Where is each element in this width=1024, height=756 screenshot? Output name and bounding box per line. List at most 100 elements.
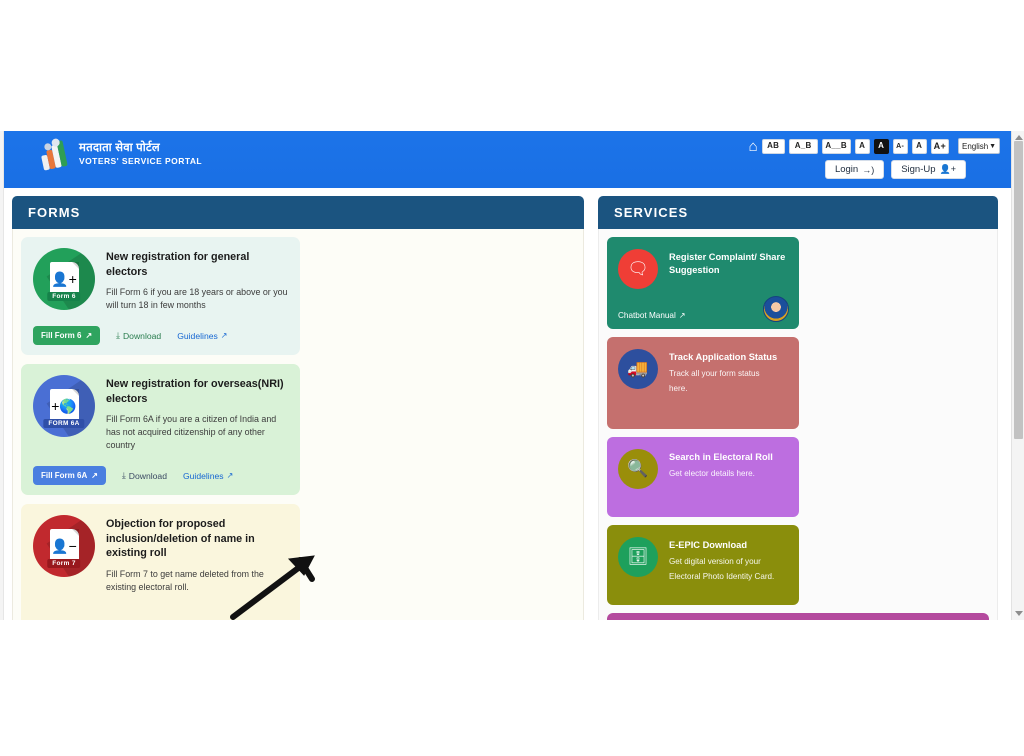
- login-button[interactable]: Login →): [824, 160, 885, 179]
- complaint-icon: 🗨: [618, 249, 658, 289]
- form-card-title: New registration for overseas(NRI) elect…: [106, 378, 284, 405]
- person-add-icon: 👤+: [51, 271, 77, 287]
- form-icon: 👤+ Form 6: [33, 248, 95, 310]
- forms-section-title: FORMS: [12, 196, 584, 229]
- service-title: Search in Electoral Roll: [669, 452, 773, 462]
- accessibility-high-contrast[interactable]: A: [873, 138, 889, 154]
- service-title: E-EPIC Download: [669, 540, 747, 550]
- chatbot-avatar-icon[interactable]: [763, 296, 789, 322]
- service-description-line2: here.: [669, 383, 688, 393]
- chevron-down-icon: ▼: [989, 142, 996, 150]
- service-tile-search-electoral-roll[interactable]: 🔍 Search in Electoral Roll Get elector d…: [607, 437, 799, 517]
- service-title: Track Application Status: [669, 352, 778, 362]
- service-tile-polling-station[interactable]: 🛡 Know your Polling Station & Officer As…: [607, 613, 989, 620]
- main-content: FORMS 👤+ Form 6 New registration for gen…: [0, 188, 1012, 620]
- scroll-down-arrow-icon[interactable]: [1015, 611, 1023, 616]
- download-icon: ⤓: [116, 330, 120, 340]
- arrow-up-right-icon: ↗: [91, 471, 98, 480]
- download-label: Download: [122, 330, 162, 341]
- vertical-scrollbar[interactable]: [1011, 131, 1024, 620]
- accessibility-letter-spacing-normal[interactable]: A_B: [788, 138, 818, 154]
- form-badge: Form 6: [47, 292, 81, 301]
- person-add-icon: 👤+: [939, 164, 956, 174]
- form-card[interactable]: +🌎 FORM 6A New registration for overseas…: [21, 364, 300, 495]
- service-tile-e-epic-download[interactable]: 🗄 E-EPIC Download Get digital version of…: [607, 525, 799, 605]
- download-link[interactable]: ⤓ Download: [122, 470, 167, 481]
- form-badge: Form 7: [47, 559, 81, 568]
- form-card[interactable]: 👤− Form 7 Objection for proposed inclusi…: [21, 504, 300, 620]
- form-card-description: Fill Form 6A if you are a citizen of Ind…: [106, 414, 277, 450]
- form-card-title: Objection for proposed inclusion/deletio…: [106, 518, 255, 559]
- language-select-value: English: [962, 141, 989, 151]
- fill-form-button[interactable]: Fill Form 6 ↗: [33, 326, 101, 345]
- screenshot-canvas: मतदाता सेवा पोर्टल VOTERS' SERVICE PORTA…: [0, 0, 1024, 756]
- arrow-up-right-icon: ↗: [226, 471, 234, 480]
- fill-form-label: Fill Form 6A: [41, 471, 88, 480]
- service-tile-register-complaint[interactable]: 🗨 Register Complaint/ Share Suggestion C…: [607, 237, 799, 329]
- service-description: Get digital version of your: [669, 557, 761, 566]
- form-icon: 👤− Form 7: [33, 515, 95, 577]
- accessibility-font-normal[interactable]: A: [854, 138, 870, 154]
- brand-title-hindi: मतदाता सेवा पोर्टल: [79, 141, 160, 154]
- accessibility-toolbar: ⌂ AB A_B A__B A A A- A A+ English ▼: [749, 138, 1000, 154]
- brand[interactable]: मतदाता सेवा पोर्टल VOTERS' SERVICE PORTA…: [37, 136, 203, 172]
- login-arrow-icon: →): [862, 164, 875, 175]
- person-remove-icon: 👤−: [51, 538, 77, 554]
- arrow-up-right-icon: ↗: [85, 331, 93, 340]
- browser-viewport: मतदाता सेवा पोर्टल VOTERS' SERVICE PORTA…: [0, 131, 1024, 620]
- download-icon: ⤓: [121, 470, 126, 480]
- form-card-description: Fill Form 6 if you are 18 years or above…: [106, 287, 288, 310]
- service-description: Track all your form status: [669, 369, 760, 378]
- chatbot-manual-label: Chatbot Manual: [618, 311, 676, 320]
- forms-column: FORMS 👤+ Form 6 New registration for gen…: [0, 196, 594, 620]
- guidelines-link[interactable]: Guidelines ↗: [177, 331, 227, 341]
- login-label: Login: [834, 164, 859, 175]
- download-link[interactable]: ⤓ Download: [116, 330, 161, 341]
- services-grid: 🗨 Register Complaint/ Share Suggestion C…: [607, 237, 989, 620]
- forms-grid: 👤+ Form 6 New registration for general e…: [21, 237, 575, 620]
- signup-label: Sign-Up: [901, 164, 936, 175]
- arrow-up-right-icon: ↗: [678, 311, 686, 320]
- service-description-line2: Electoral Photo Identity Card.: [669, 571, 775, 581]
- accessibility-font-increase[interactable]: A+: [930, 138, 949, 154]
- accessibility-letter-spacing-wide[interactable]: A__B: [821, 138, 851, 154]
- shield-star-icon: 🛡: [609, 616, 667, 620]
- service-tile-track-application[interactable]: 🚚 Track Application Status Track all you…: [607, 337, 799, 429]
- site-header: मतदाता सेवा पोर्टल VOTERS' SERVICE PORTA…: [0, 131, 1012, 188]
- guidelines-label: Guidelines: [177, 330, 218, 341]
- id-card-icon: 🗄: [618, 537, 658, 577]
- brand-title-english: VOTERS' SERVICE PORTAL: [79, 155, 203, 166]
- services-column: SERVICES 🗨 Register Complaint/ Share Sug…: [594, 196, 1012, 620]
- arrow-up-right-icon: ↗: [220, 331, 228, 340]
- service-description: Get elector details here.: [669, 469, 755, 478]
- form-card-title: New registration for general electors: [106, 251, 250, 278]
- service-title: Register Complaint/ Share Suggestion: [669, 252, 786, 275]
- form-card[interactable]: 👤+ Form 6 New registration for general e…: [21, 237, 300, 355]
- scroll-up-arrow-icon[interactable]: [1015, 135, 1023, 140]
- services-section-title: SERVICES: [598, 196, 998, 229]
- form-badge: FORM 6A: [43, 419, 85, 428]
- guidelines-link[interactable]: Guidelines ↗: [183, 471, 233, 481]
- home-icon[interactable]: ⌂: [749, 139, 758, 154]
- forms-panel: 👤+ Form 6 New registration for general e…: [12, 229, 584, 620]
- fill-form-label: Fill Form 6: [41, 331, 82, 340]
- language-select[interactable]: English ▼: [958, 138, 1000, 154]
- download-label: Download: [128, 470, 167, 481]
- eci-logo-icon: [37, 136, 73, 172]
- auth-buttons: Login →) Sign-Up 👤+: [824, 160, 966, 179]
- signup-button[interactable]: Sign-Up 👤+: [891, 160, 966, 179]
- services-panel: 🗨 Register Complaint/ Share Suggestion C…: [598, 229, 998, 620]
- form-icon: +🌎 FORM 6A: [33, 375, 95, 437]
- scrollbar-thumb[interactable]: [1014, 141, 1023, 439]
- chatbot-manual-link[interactable]: Chatbot Manual ↗: [618, 311, 686, 320]
- accessibility-contrast-toggle[interactable]: AB: [761, 138, 785, 154]
- form-card-description: Fill Form 7 to get name deleted from the…: [106, 568, 264, 592]
- guidelines-label: Guidelines: [182, 470, 224, 481]
- truck-icon: 🚚: [618, 349, 658, 389]
- search-list-icon: 🔍: [618, 449, 658, 489]
- fill-form-button[interactable]: Fill Form 6A ↗: [33, 466, 106, 485]
- viewport-left-edge: [0, 131, 4, 620]
- accessibility-font-default[interactable]: A: [911, 138, 927, 154]
- globe-plus-icon: +🌎: [51, 398, 77, 414]
- accessibility-font-decrease[interactable]: A-: [892, 138, 908, 154]
